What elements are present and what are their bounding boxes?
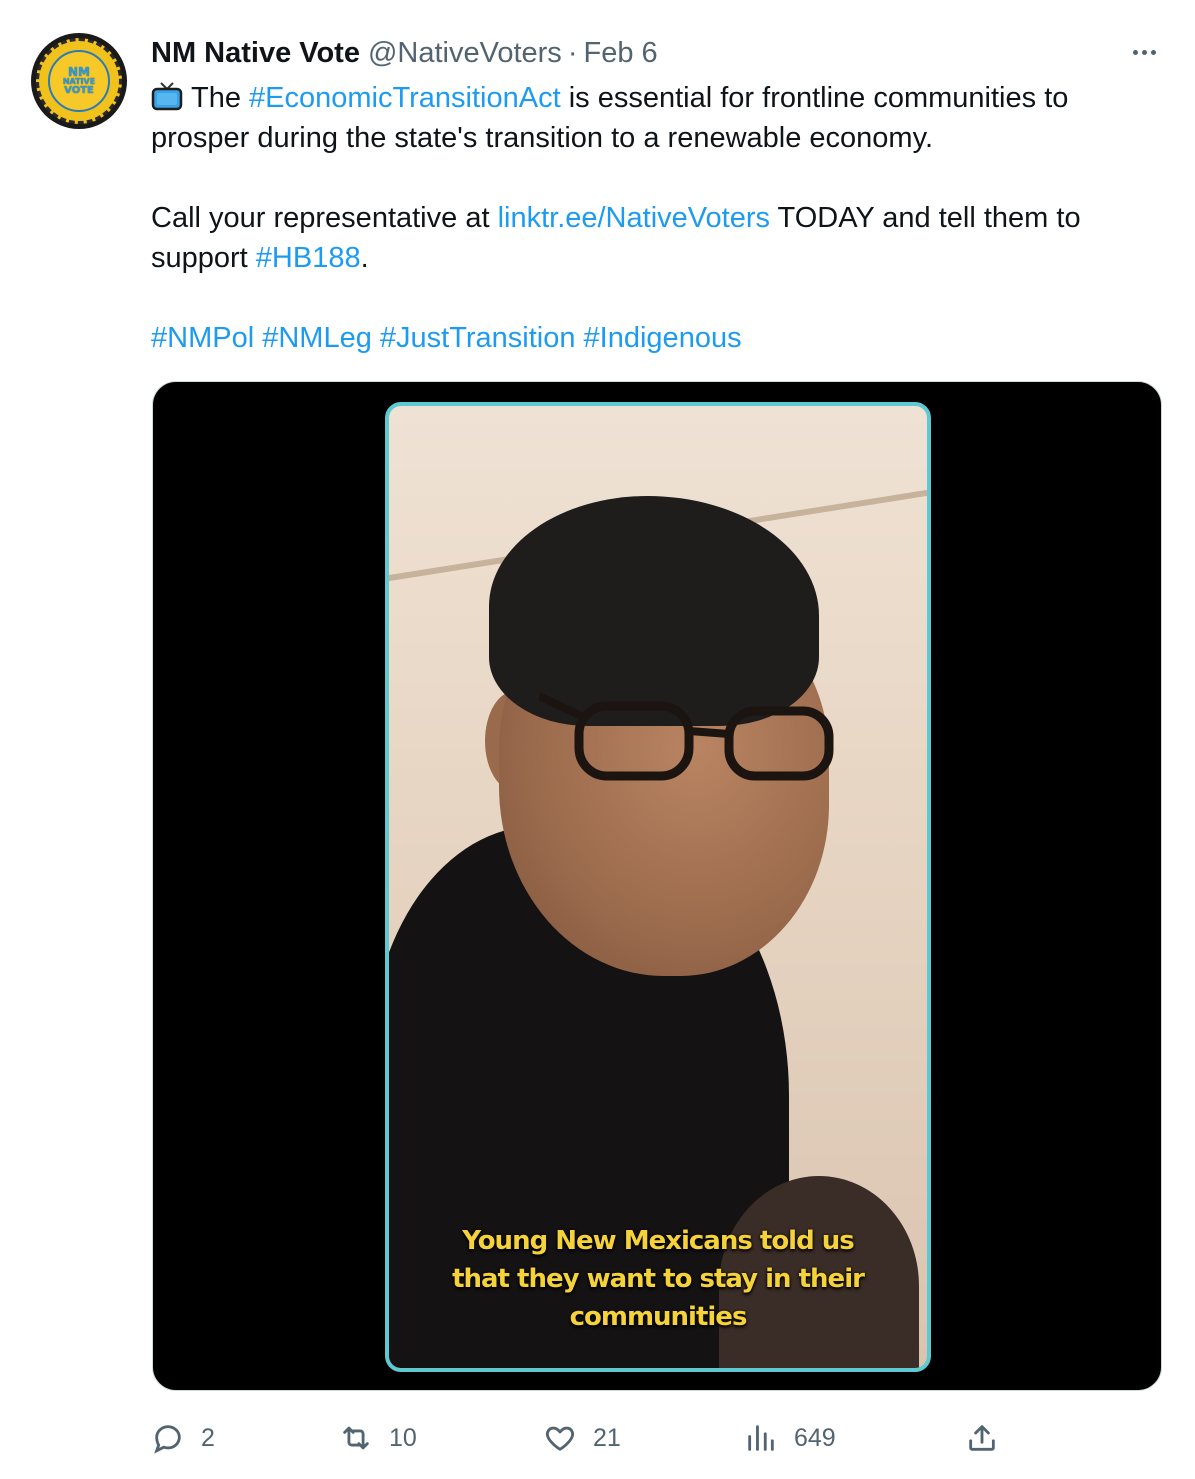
separator-dot: · xyxy=(567,36,578,69)
retweet-button[interactable]: 10 xyxy=(339,1416,417,1460)
retweet-count: 10 xyxy=(389,1423,417,1452)
linktree-link[interactable]: linktr.ee/NativeVoters xyxy=(498,202,770,234)
views-chart-icon xyxy=(748,1425,774,1451)
video-frame: Young New Mexicans told us that they wan… xyxy=(385,402,931,1372)
television-icon xyxy=(151,82,183,111)
avatar-logo: NM NATIVE VOTE xyxy=(48,50,110,112)
heart-icon xyxy=(546,1426,574,1451)
hashtag-hb188[interactable]: #HB188 xyxy=(256,242,361,274)
caption-line-1: Young New Mexicans told us xyxy=(462,1226,855,1256)
text-the: The xyxy=(191,82,241,114)
hashtag-nmleg[interactable]: #NMLeg xyxy=(262,322,372,354)
share-button[interactable] xyxy=(965,1416,999,1460)
tweet-text: The #EconomicTransitionAct is essential … xyxy=(151,78,1161,358)
caption-line-2: that they want to stay in their xyxy=(452,1264,865,1294)
reply-icon xyxy=(154,1425,181,1454)
tweet-actions: 2 10 21 649 xyxy=(151,1416,1161,1460)
video-caption: Young New Mexicans told us that they wan… xyxy=(389,1222,927,1336)
avatar[interactable]: NM NATIVE VOTE xyxy=(31,33,127,129)
hashtag-economic-transition-act[interactable]: #EconomicTransitionAct xyxy=(249,82,561,114)
hashtag-nmpol[interactable]: #NMPol xyxy=(151,322,254,354)
more-options-icon[interactable] xyxy=(1126,38,1162,66)
tweet-header: NM Native Vote @NativeVoters · Feb 6 xyxy=(151,36,658,70)
tweet-hashtags: #NMPol #NMLeg #JustTransition #Indigenou… xyxy=(151,318,1161,358)
tweet-paragraph-1: The #EconomicTransitionAct is essential … xyxy=(151,78,1161,158)
hashtag-indigenous[interactable]: #Indigenous xyxy=(584,322,742,354)
avatar-ring: NM NATIVE VOTE xyxy=(36,38,122,124)
text-period: . xyxy=(360,242,369,274)
hashtag-justtransition[interactable]: #JustTransition xyxy=(380,322,576,354)
speaker-glasses xyxy=(539,692,834,781)
tweet-paragraph-2: Call your representative at linktr.ee/Na… xyxy=(151,198,1161,278)
retweet-icon xyxy=(343,1426,369,1450)
user-handle[interactable]: @NativeVoters xyxy=(368,37,562,70)
avatar-text-3: VOTE xyxy=(64,85,94,96)
share-icon xyxy=(969,1425,995,1451)
text-call: Call your representative at xyxy=(151,202,490,234)
view-count: 649 xyxy=(794,1423,836,1452)
views-button[interactable]: 649 xyxy=(744,1416,836,1460)
like-count: 21 xyxy=(593,1423,621,1452)
caption-line-3: communities xyxy=(569,1302,748,1332)
reply-button[interactable]: 2 xyxy=(151,1416,215,1460)
tweet-date[interactable]: Feb 6 xyxy=(583,37,657,70)
like-button[interactable]: 21 xyxy=(543,1416,621,1460)
display-name[interactable]: NM Native Vote xyxy=(151,37,360,70)
video-player[interactable]: Young New Mexicans told us that they wan… xyxy=(152,381,1162,1391)
reply-count: 2 xyxy=(201,1423,215,1452)
